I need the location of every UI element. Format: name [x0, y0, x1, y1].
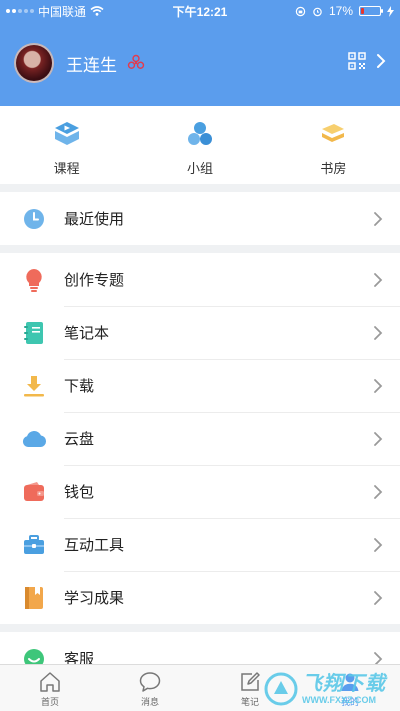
tab-label: 首页 [40, 697, 59, 707]
group-circles-icon [187, 122, 212, 145]
achievement-book-icon [25, 586, 43, 609]
carrier-name: 中国联通 [38, 4, 87, 19]
menu-item-recent[interactable]: 最近使用 [0, 192, 400, 245]
quick-action-course[interactable]: 课程 [0, 106, 133, 184]
watermark-text: 飞翔下载 [302, 672, 386, 695]
charging-icon [387, 5, 394, 17]
menu-item-label: 互动工具 [64, 537, 125, 554]
notebook-icon [24, 321, 43, 344]
menu-item-cloud-drive[interactable]: 云盘 [0, 412, 400, 465]
signal-strength-icon [6, 9, 34, 13]
home-icon [40, 672, 60, 692]
watermark-logo-icon [264, 672, 298, 706]
chevron-right-icon [374, 211, 383, 226]
qr-code-entry[interactable] [348, 52, 386, 70]
menu-item-wallet[interactable]: 钱包 [0, 465, 400, 518]
tab-label: 笔记 [240, 697, 259, 707]
menu-item-creation-topics[interactable]: 创作专题 [0, 253, 400, 306]
chevron-right-icon [374, 484, 383, 499]
main-menu-section: 创作专题 笔记本 下载 云盘 钱包 互动工具 学习成果 [0, 253, 400, 624]
profile-header: 中国联通 下午12:21 17% 王连生 [0, 0, 400, 106]
tab-home[interactable]: 首页 [0, 665, 100, 711]
watermark: 飞翔下载 WWW.FXXZ.COM [264, 669, 394, 709]
quick-action-group[interactable]: 小组 [133, 106, 266, 184]
wallet-icon [24, 481, 44, 501]
battery-percent: 17% [328, 4, 353, 18]
menu-item-interactive-tools[interactable]: 互动工具 [0, 518, 400, 571]
badge-icon [127, 54, 145, 69]
download-icon [24, 375, 44, 396]
menu-item-label: 笔记本 [64, 325, 110, 342]
note-edit-icon [241, 672, 260, 691]
quick-action-label: 小组 [186, 161, 213, 176]
menu-item-label: 云盘 [64, 431, 95, 448]
quick-action-study[interactable]: 书房 [267, 106, 400, 184]
battery-icon [359, 6, 383, 16]
clock-icon [24, 208, 44, 229]
clock-time: 下午12:21 [172, 4, 228, 19]
lightbulb-icon [26, 268, 42, 292]
chevron-right-icon [374, 537, 383, 552]
orientation-lock-icon [295, 6, 306, 16]
chevron-right-icon [374, 431, 383, 446]
quick-action-label: 课程 [53, 161, 80, 176]
cloud-icon [22, 430, 47, 447]
alarm-icon [313, 7, 322, 16]
chevron-right-icon [377, 54, 386, 68]
message-icon [139, 672, 161, 692]
watermark-url: WWW.FXXZ.COM [302, 694, 376, 705]
avatar[interactable] [14, 43, 54, 83]
username: 王连生 [66, 55, 117, 75]
tab-messages[interactable]: 消息 [100, 665, 200, 711]
chevron-right-icon [374, 590, 383, 605]
profile-info[interactable]: 王连生 [14, 42, 145, 84]
quick-actions: 课程 小组 书房 [0, 106, 400, 184]
menu-item-label: 钱包 [64, 484, 95, 501]
menu-item-label: 创作专题 [64, 272, 125, 289]
study-books-icon [322, 124, 345, 142]
chevron-right-icon [374, 378, 383, 393]
wifi-icon [90, 6, 104, 16]
menu-item-label: 最近使用 [64, 211, 125, 228]
menu-item-label: 学习成果 [64, 590, 125, 607]
chevron-right-icon [374, 272, 383, 287]
recent-section: 最近使用 [0, 192, 400, 245]
quick-action-label: 书房 [320, 161, 347, 176]
status-bar: 中国联通 下午12:21 17% [0, 0, 400, 22]
tab-label: 消息 [140, 697, 159, 707]
chevron-right-icon [374, 325, 383, 340]
course-play-icon [54, 122, 79, 145]
qr-code-icon [348, 52, 366, 70]
menu-item-notebook[interactable]: 笔记本 [0, 306, 400, 359]
menu-item-learning-results[interactable]: 学习成果 [0, 571, 400, 624]
menu-item-label: 下载 [64, 378, 95, 395]
toolbox-icon [24, 534, 44, 554]
menu-item-download[interactable]: 下载 [0, 359, 400, 412]
